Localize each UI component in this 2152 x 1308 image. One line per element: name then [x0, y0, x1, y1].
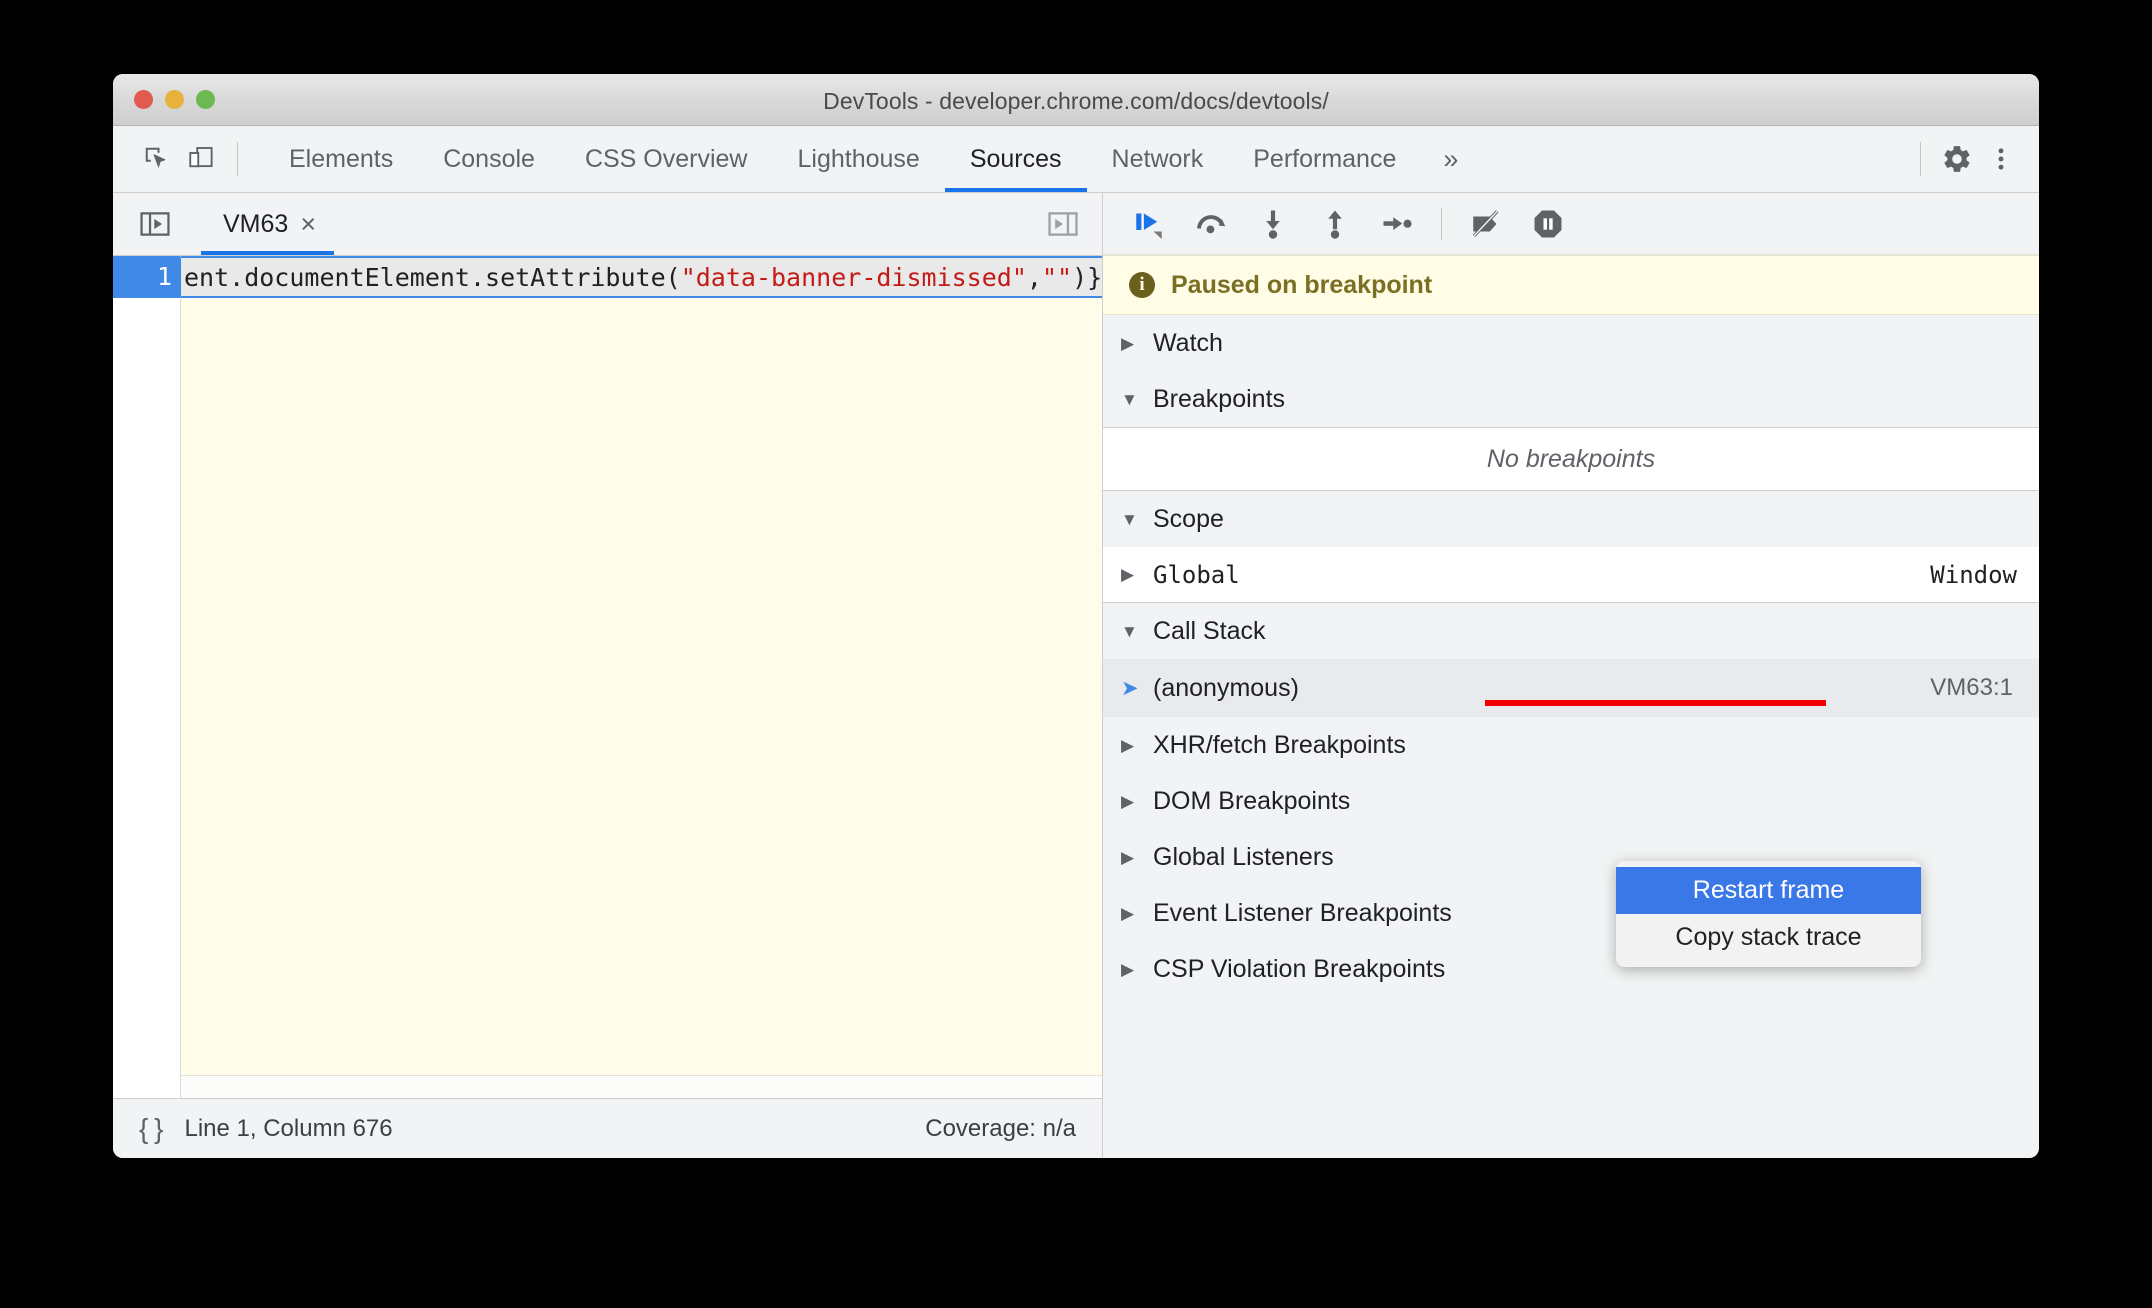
chevron-down-icon: ▼ [1121, 509, 1138, 529]
scope-row-value: Window [1930, 560, 2017, 589]
window-titlebar: DevTools - developer.chrome.com/docs/dev… [113, 74, 2039, 126]
tab-lighthouse[interactable]: Lighthouse [773, 126, 945, 192]
debugger-pane: i Paused on breakpoint ▶ Watch ▼ Breakpo… [1103, 193, 2039, 1158]
code-editor[interactable]: 1 ent.documentElement.setAttribute("data… [113, 256, 1102, 1098]
toolbar-divider [237, 142, 238, 176]
inspect-element-icon[interactable] [135, 137, 179, 181]
debugger-sections: ▶ Watch ▼ Breakpoints No breakpoints ▼ S… [1103, 315, 2039, 1158]
tab-performance[interactable]: Performance [1228, 126, 1421, 192]
devtools-tabbar: Elements Console CSS Overview Lighthouse… [113, 126, 2039, 193]
pretty-print-braces-icon[interactable]: { } [139, 1113, 164, 1145]
scope-row-global[interactable]: ▶ Global Window [1103, 547, 2039, 603]
editor-tab-label: VM63 [223, 209, 289, 238]
code-token-suffix: )} [1072, 263, 1102, 292]
cursor-position: Line 1, Column 676 [184, 1114, 393, 1142]
code-area[interactable]: ent.documentElement.setAttribute("data-b… [181, 256, 1102, 1098]
chevron-right-icon: ▶ [1121, 847, 1135, 867]
section-breakpoints[interactable]: ▼ Breakpoints [1103, 371, 2039, 427]
editor-horizontal-scrollbar[interactable] [181, 1075, 1102, 1098]
sources-editor-pane: VM63 × 1 ent.documentElement.setAttribut [113, 193, 1103, 1158]
section-call-stack-label: Call Stack [1153, 616, 1266, 645]
section-xhr-fetch-breakpoints[interactable]: ▶ XHR/fetch Breakpoints [1103, 717, 2039, 773]
tab-css-overview[interactable]: CSS Overview [560, 126, 773, 192]
debugger-toolbar [1103, 193, 2039, 255]
section-dom-breakpoints-label: DOM Breakpoints [1153, 786, 1351, 815]
section-scope-label: Scope [1153, 504, 1224, 533]
device-toolbar-icon[interactable] [179, 137, 223, 181]
close-icon[interactable]: × [300, 210, 316, 238]
more-tabs-chevron-icon[interactable]: » [1421, 126, 1480, 192]
tab-console[interactable]: Console [418, 126, 560, 192]
section-event-listener-breakpoints-label: Event Listener Breakpoints [1153, 898, 1452, 927]
info-icon: i [1129, 272, 1155, 298]
call-stack-frame-location: VM63:1 [1930, 674, 2013, 701]
context-menu: Restart frame Copy stack trace [1616, 861, 1921, 967]
section-scope[interactable]: ▼ Scope [1103, 491, 2039, 547]
editor-tab-vm63[interactable]: VM63 × [201, 193, 335, 255]
step-out-button[interactable] [1309, 198, 1361, 250]
gear-icon[interactable] [1935, 137, 1979, 181]
section-call-stack[interactable]: ▼ Call Stack [1103, 603, 2039, 659]
show-debugger-icon[interactable] [1046, 207, 1080, 241]
breakpoints-empty-message: No breakpoints [1103, 427, 2039, 491]
devtools-window: DevTools - developer.chrome.com/docs/dev… [113, 74, 2039, 1158]
toolbar-divider-right [1920, 142, 1921, 176]
window-title: DevTools - developer.chrome.com/docs/dev… [823, 88, 1329, 114]
pause-on-exceptions-button[interactable] [1522, 198, 1574, 250]
debugger-toolbar-divider [1441, 207, 1442, 240]
tabbar-right-controls [1906, 137, 2023, 181]
show-navigator-icon[interactable] [131, 200, 179, 248]
section-csp-violation-breakpoints-label: CSP Violation Breakpoints [1153, 954, 1446, 983]
editor-tabstrip: VM63 × [113, 193, 1102, 256]
strikethrough-annotation [1485, 700, 1826, 706]
editor-gutter: 1 [113, 256, 194, 1098]
scope-row-name: Global [1153, 560, 1240, 589]
code-line-1[interactable]: ent.documentElement.setAttribute("data-b… [181, 256, 1102, 298]
coverage-status: Coverage: n/a [925, 1114, 1076, 1142]
code-token-string-1: "data-banner-dismissed" [680, 263, 1027, 292]
section-breakpoints-label: Breakpoints [1153, 384, 1286, 413]
code-token-comma: , [1026, 263, 1042, 292]
step-button[interactable] [1371, 198, 1423, 250]
call-stack-frame-name: (anonymous) [1153, 673, 1299, 702]
section-watch[interactable]: ▶ Watch [1103, 315, 2039, 371]
chevron-right-icon: ▶ [1121, 565, 1135, 584]
tab-elements[interactable]: Elements [264, 126, 418, 192]
tab-network[interactable]: Network [1087, 126, 1229, 192]
editor-statusbar: { } Line 1, Column 676 Coverage: n/a [113, 1098, 1102, 1158]
panel-tabs: Elements Console CSS Overview Lighthouse… [264, 126, 1480, 192]
chevron-down-icon: ▼ [1121, 389, 1138, 409]
chevron-right-icon: ▶ [1121, 735, 1135, 755]
chevron-right-icon: ▶ [1121, 791, 1135, 811]
devtools-body: VM63 × 1 ent.documentElement.setAttribut [113, 193, 2039, 1158]
tab-sources[interactable]: Sources [944, 126, 1087, 192]
section-dom-breakpoints[interactable]: ▶ DOM Breakpoints [1103, 773, 2039, 829]
context-menu-item-restart-frame[interactable]: Restart frame [1616, 867, 1921, 914]
chevron-right-icon: ▶ [1121, 333, 1135, 353]
section-xhr-fetch-breakpoints-label: XHR/fetch Breakpoints [1153, 730, 1406, 759]
call-stack-frame[interactable]: ➤ (anonymous) VM63:1 [1103, 659, 2039, 717]
code-token-prefix: ent.documentElement.setAttribute( [184, 263, 681, 292]
section-global-listeners-label: Global Listeners [1153, 842, 1334, 871]
resume-script-execution-button[interactable] [1123, 198, 1175, 250]
chevron-right-icon: ▶ [1121, 959, 1135, 979]
section-watch-label: Watch [1153, 328, 1223, 357]
line-number-1[interactable]: 1 [113, 256, 194, 298]
deactivate-breakpoints-button[interactable] [1460, 198, 1512, 250]
more-vertical-icon[interactable] [1979, 137, 2023, 181]
step-into-button[interactable] [1247, 198, 1299, 250]
paused-banner-text: Paused on breakpoint [1171, 270, 1433, 299]
chevron-down-icon: ▼ [1121, 621, 1138, 641]
step-over-button[interactable] [1185, 198, 1237, 250]
chevron-right-icon: ▶ [1121, 903, 1135, 923]
paused-banner: i Paused on breakpoint [1103, 255, 2039, 315]
code-token-string-2: "" [1041, 263, 1073, 292]
context-menu-item-copy-stack-trace[interactable]: Copy stack trace [1616, 914, 1921, 961]
current-frame-arrow-icon: ➤ [1121, 676, 1139, 700]
